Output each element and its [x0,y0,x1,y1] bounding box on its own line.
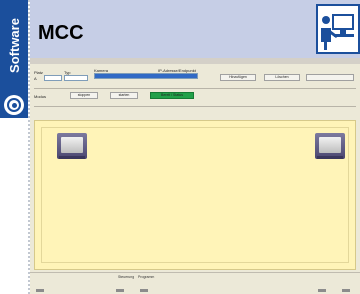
page-title: MCC [38,22,84,44]
status-label-programm: Programm [138,275,155,279]
label-mode: Modus [34,94,47,99]
side-label-text: Software [6,17,22,73]
start-button[interactable]: starten [110,92,138,99]
status-indicator: Bereit / Status [150,92,194,99]
side-label: Software [0,0,28,90]
workspace-canvas[interactable] [34,120,356,270]
status-control[interactable] [36,289,44,292]
tray-icon[interactable] [315,133,345,159]
status-label-steuerung: Steuerung [118,275,135,279]
value-platz: A [34,76,37,81]
separator-2 [34,106,356,107]
status-control[interactable] [116,289,124,292]
extra-button[interactable] [306,74,354,81]
label-platz: Platz [34,70,43,75]
brand-logo-icon [4,95,24,115]
header-banner: MCC [30,0,360,58]
side-band: Software [0,0,28,294]
status-control[interactable] [342,289,350,292]
window-titlebar [30,58,360,64]
stop-button[interactable]: stoppen [70,92,98,99]
kamera-field[interactable] [94,73,198,79]
workspace-frame [41,127,349,263]
status-control[interactable] [318,289,326,292]
operator-at-computer-icon [316,4,360,54]
tray-icon[interactable] [57,133,87,159]
add-button[interactable]: Hinzufügen [220,74,256,81]
platz-field[interactable] [44,75,62,81]
separator [34,88,356,89]
status-bar: Steuerung Programm [30,272,360,294]
status-control[interactable] [140,289,148,292]
application-screenshot: Platz A Typ Kamera IP-Adresse/Endpunkt H… [30,58,360,294]
delete-button[interactable]: Löschen [264,74,300,81]
typ-field[interactable] [64,75,88,81]
